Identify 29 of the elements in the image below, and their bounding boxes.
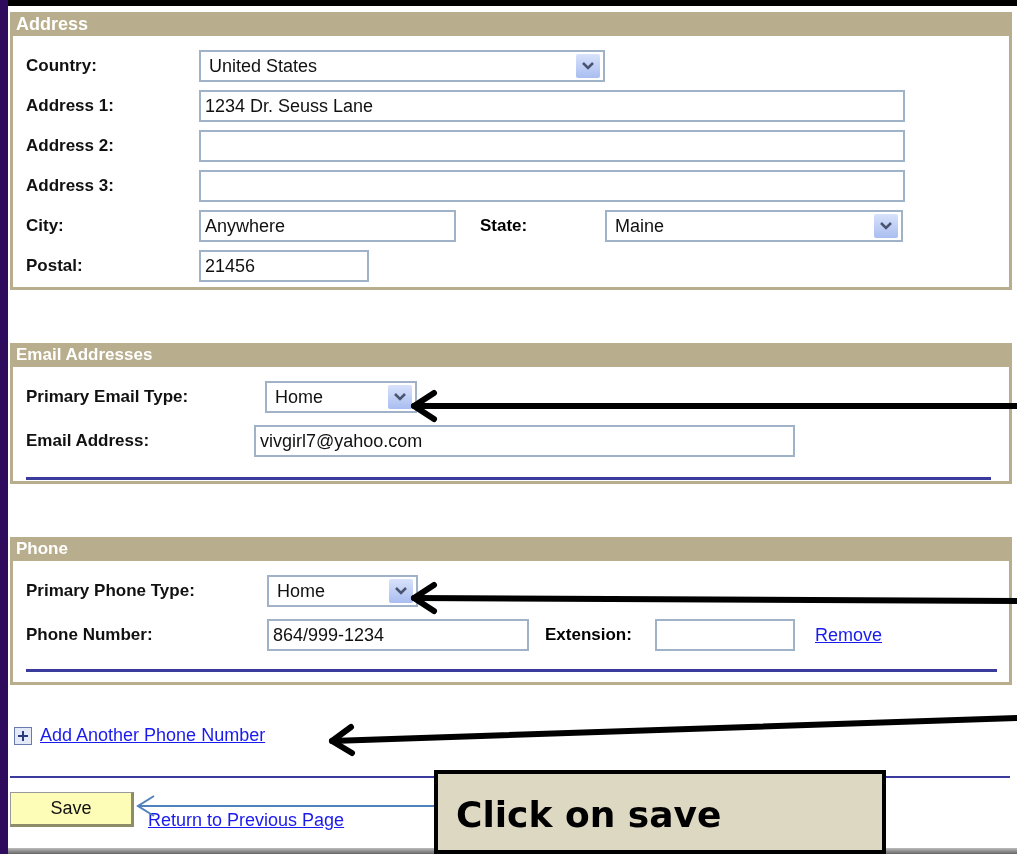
- field-label: Address 2:: [26, 136, 115, 156]
- phone-input[interactable]: 864/999-1234: [267, 619, 529, 651]
- email-type-dropdown[interactable]: Home: [265, 381, 417, 413]
- field-label: Extension:: [545, 625, 633, 645]
- remove-link[interactable]: Remove: [815, 624, 883, 646]
- field-label: Email Address:: [26, 431, 151, 451]
- field-label: Phone Number:: [26, 625, 154, 645]
- address-input[interactable]: 1234 Dr. Seuss Lane: [199, 90, 905, 122]
- panel-header: Address: [13, 12, 1009, 36]
- country-dropdown[interactable]: United States: [199, 50, 605, 82]
- return-link[interactable]: Return to Previous Page: [148, 810, 345, 831]
- field-label: Primary Email Type:: [26, 387, 190, 407]
- panel-header: Email Addresses: [13, 343, 1009, 367]
- callout-box: Click on save: [434, 770, 886, 854]
- city-input[interactable]: Anywhere: [199, 210, 456, 242]
- phone-type-dropdown[interactable]: Home: [267, 575, 418, 607]
- field-label: Country:: [26, 56, 98, 76]
- field-label: City:: [26, 216, 65, 236]
- add-phone-link[interactable]: Add Another Phone Number: [40, 725, 266, 746]
- field-label: Address 1:: [26, 96, 115, 116]
- field-label: Address 3:: [26, 176, 115, 196]
- postal-input[interactable]: 21456: [199, 250, 369, 282]
- state-dropdown[interactable]: Maine: [605, 210, 903, 242]
- field-label: State:: [480, 216, 529, 236]
- field-label: Postal:: [26, 256, 84, 276]
- email-input[interactable]: vivgirl7@yahoo.com: [254, 425, 795, 457]
- field-label: Primary Phone Type:: [26, 581, 196, 601]
- panel-header: Phone: [13, 537, 1009, 561]
- save-button[interactable]: Save: [10, 792, 134, 827]
